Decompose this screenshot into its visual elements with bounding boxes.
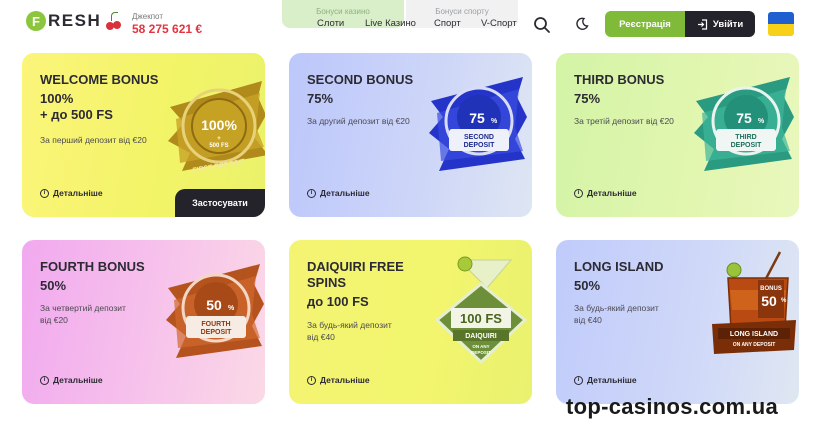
svg-text:%: % xyxy=(781,298,787,304)
details-link[interactable]: i Детальніше xyxy=(574,375,637,385)
info-icon: i xyxy=(574,375,583,385)
svg-text:100 FS: 100 FS xyxy=(460,311,502,326)
jackpot: Джекпот 58 275 621 € xyxy=(132,12,202,36)
card-title: DAIQUIRI FREE SPINS xyxy=(307,259,404,290)
bonus-card-daiquiri[interactable]: DAIQUIRI FREE SPINS до 100 FS За будь-як… xyxy=(289,240,532,404)
card-amount: 100% + до 500 FS xyxy=(40,91,113,122)
details-link[interactable]: i Детальніше xyxy=(574,188,637,198)
svg-text:75: 75 xyxy=(736,110,752,126)
card-title: LONG ISLAND xyxy=(574,259,664,274)
daiquiri-glass-badge-icon: 100 FS DAIQUIRI ON ANY DEPOSIT xyxy=(434,256,528,365)
long-island-glass-badge-icon: BONUS 50 % LONG ISLAND ON ANY DEPOSIT xyxy=(712,251,796,354)
moon-icon[interactable] xyxy=(575,17,589,31)
details-link[interactable]: i Детальніше xyxy=(40,375,103,385)
details-link[interactable]: i Детальніше xyxy=(40,188,103,198)
card-description: За четвертий депозит від €20 xyxy=(40,303,126,325)
login-icon xyxy=(697,18,707,30)
third-deposit-badge-icon: 75 % THIRD DEPOSIT xyxy=(694,77,794,171)
register-button[interactable]: Реєстрація xyxy=(605,11,685,37)
watermark: top-casinos.com.ua xyxy=(566,394,778,419)
info-icon: i xyxy=(574,188,583,198)
card-amount: 50% xyxy=(40,278,67,293)
svg-text:BONUS: BONUS xyxy=(760,286,782,292)
first-deposit-badge-icon: 100% + 500 FS FIRST DEPOSIT xyxy=(168,81,265,175)
cherry-icon xyxy=(106,12,122,30)
card-amount: 75% xyxy=(307,91,334,106)
svg-text:ON ANY: ON ANY xyxy=(472,344,489,349)
svg-text:50: 50 xyxy=(761,293,777,309)
svg-text:DEPOSIT: DEPOSIT xyxy=(464,142,495,149)
bonus-card-welcome[interactable]: WELCOME BONUS 100% + до 500 FS За перший… xyxy=(22,53,265,217)
svg-text:50: 50 xyxy=(206,297,222,313)
card-description: За будь-який депозит від €40 xyxy=(307,320,392,342)
svg-text:DAIQUIRI: DAIQUIRI xyxy=(465,333,497,340)
details-link[interactable]: i Детальніше xyxy=(307,188,370,198)
bonus-card-fourth[interactable]: FOURTH BONUS 50% За четвертий депозит ві… xyxy=(22,240,265,404)
logo-text: RESH xyxy=(48,11,102,30)
card-amount: 75% xyxy=(574,91,601,106)
jackpot-label: Джекпот xyxy=(132,12,163,21)
svg-text:ON ANY DEPOSIT: ON ANY DEPOSIT xyxy=(733,342,776,348)
info-icon: i xyxy=(307,375,316,385)
svg-text:DEPOSIT: DEPOSIT xyxy=(471,350,491,355)
info-icon: i xyxy=(307,188,316,198)
svg-text:+: + xyxy=(217,136,221,142)
svg-text:%: % xyxy=(228,305,235,312)
svg-text:500 FS: 500 FS xyxy=(209,143,228,149)
login-button[interactable]: Увійти xyxy=(685,11,755,37)
svg-text:THIRD: THIRD xyxy=(735,134,756,141)
nav-slots[interactable]: Слоти xyxy=(317,18,344,29)
search-icon[interactable] xyxy=(533,16,551,34)
site-header: F RESH Джекпот 58 275 621 € Бонуси казин… xyxy=(0,0,825,48)
nav-v-sport[interactable]: V-Спорт xyxy=(481,18,517,29)
card-title: FOURTH BONUS xyxy=(40,259,145,274)
card-description: За перший депозит від €20 xyxy=(40,135,147,145)
card-title: THIRD BONUS xyxy=(574,72,665,87)
logo-letter: F xyxy=(26,11,46,31)
nav-live-casino[interactable]: Live Казино xyxy=(365,18,416,29)
ukraine-flag-icon[interactable] xyxy=(768,12,794,36)
card-title: SECOND BONUS xyxy=(307,72,414,87)
card-description: За другий депозит від €20 xyxy=(307,116,410,126)
logo[interactable]: F RESH xyxy=(26,11,122,31)
details-link[interactable]: i Детальніше xyxy=(307,375,370,385)
svg-text:LONG ISLAND: LONG ISLAND xyxy=(730,331,778,338)
info-icon: i xyxy=(40,375,49,385)
nav-sport[interactable]: Спорт xyxy=(434,18,461,29)
card-amount: 50% xyxy=(574,278,601,293)
card-title: WELCOME BONUS xyxy=(40,72,159,87)
card-description: За будь-який депозит від €40 xyxy=(574,303,659,325)
svg-text:SECOND: SECOND xyxy=(464,134,494,141)
login-label: Увійти xyxy=(712,18,744,30)
info-icon: i xyxy=(40,188,49,198)
svg-text:%: % xyxy=(491,118,498,125)
fourth-deposit-badge-icon: 50 % FOURTH DEPOSIT xyxy=(166,264,264,358)
svg-text:100%: 100% xyxy=(201,117,237,133)
card-amount: до 100 FS xyxy=(307,294,369,309)
bonus-card-second[interactable]: SECOND BONUS 75% За другий депозит від €… xyxy=(289,53,532,217)
svg-text:75: 75 xyxy=(469,110,485,126)
svg-text:FOURTH: FOURTH xyxy=(201,321,230,328)
apply-button[interactable]: Застосувати xyxy=(175,189,265,217)
second-deposit-badge-icon: 75 % SECOND DEPOSIT xyxy=(429,77,527,171)
bonus-card-long-island[interactable]: LONG ISLAND 50% За будь-який депозит від… xyxy=(556,240,799,404)
svg-text:%: % xyxy=(758,118,765,125)
jackpot-value: 58 275 621 € xyxy=(132,22,203,36)
bonus-card-third[interactable]: THIRD BONUS 75% За третій депозит від €2… xyxy=(556,53,799,217)
svg-text:DEPOSIT: DEPOSIT xyxy=(201,329,232,336)
card-description: За третій депозит від €20 xyxy=(574,116,674,126)
svg-text:DEPOSIT: DEPOSIT xyxy=(731,142,762,149)
